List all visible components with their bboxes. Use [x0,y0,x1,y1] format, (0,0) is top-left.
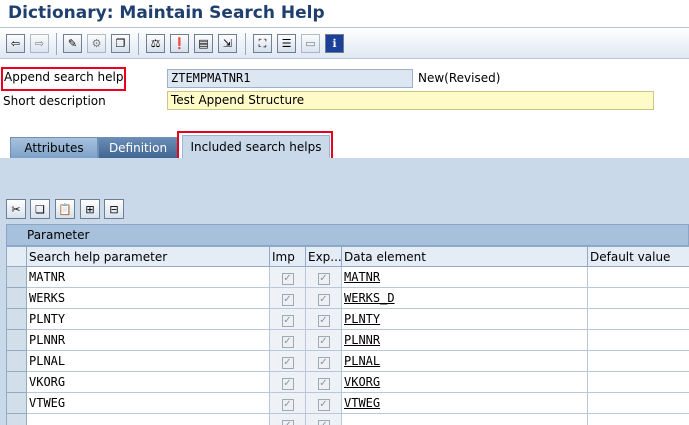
imp-checkbox[interactable]: ✓ [269,392,306,414]
window-title: Dictionary: Maintain Search Help [8,3,325,23]
toolbar-separator [56,33,57,55]
data-element-cell[interactable]: VTWEG [341,392,588,414]
parameter-table-control: Parameter Search help parameter Imp Exp.… [6,224,689,425]
display-change-icon[interactable]: ✎ [63,34,82,53]
imp-checkbox[interactable]: ✓ [269,287,306,309]
default-value-cell[interactable] [587,392,689,414]
short-description-field[interactable]: Test Append Structure [167,91,654,110]
navigate-icon[interactable]: ⇲ [218,34,237,53]
data-element-cell[interactable]: PLNTY [341,308,588,330]
exp-checkbox[interactable]: ✓ [305,329,342,351]
imp-checkbox[interactable]: ✓ [269,308,306,330]
row-selector[interactable] [6,329,27,351]
default-value-cell[interactable] [587,266,689,288]
tab-included-search-helps[interactable]: Included search helps [182,135,330,158]
short-description-label: Short description [3,94,106,108]
hierarchy-icon[interactable]: ⛶ [253,34,272,53]
table-row: MATNR ✓ ✓ MATNR [6,266,689,288]
title-bar: Dictionary: Maintain Search Help [0,0,689,27]
insert-row-icon[interactable]: ⊞ [80,199,100,219]
row-selector[interactable] [6,287,27,309]
row-selector[interactable] [6,392,27,414]
tab-attributes[interactable]: Attributes [10,137,98,158]
col-header-exp[interactable]: Exp... [305,246,342,267]
toolbar-separator [245,33,246,55]
exp-checkbox[interactable]: ✓ [305,350,342,372]
param-cell[interactable]: WERKS [26,287,270,309]
delete-row-icon[interactable]: ⊟ [104,199,124,219]
parameter-table: Search help parameter Imp Exp... Data el… [6,246,689,425]
other-object-icon[interactable]: ❐ [111,34,130,53]
forward-icon[interactable]: ⇨ [30,34,49,53]
header-form: Append search help ZTEMPMATNR1 New(Revis… [0,59,689,116]
toolbar-separator [138,33,139,55]
param-cell[interactable]: MATNR [26,266,270,288]
table-row: ✓ ✓ [6,413,689,425]
active-inactive-icon[interactable]: ⚙ [87,34,106,53]
append-search-help-label: Append search help [4,70,124,84]
imp-checkbox[interactable]: ✓ [269,350,306,372]
exp-checkbox[interactable]: ✓ [305,287,342,309]
table-row: VKORG ✓ ✓ VKORG [6,371,689,393]
default-value-cell[interactable] [587,329,689,351]
param-cell[interactable] [26,413,270,425]
table-row: WERKS ✓ ✓ WERKS_D [6,287,689,309]
test-icon[interactable]: ▭ [301,34,320,53]
table-row: VTWEG ✓ ✓ VTWEG [6,392,689,414]
table-title: Parameter [6,224,689,246]
default-value-cell[interactable] [587,371,689,393]
imp-checkbox[interactable]: ✓ [269,413,306,425]
data-element-cell[interactable] [341,413,588,425]
table-row: PLNNR ✓ ✓ PLNNR [6,329,689,351]
exp-checkbox[interactable]: ✓ [305,392,342,414]
activate-icon[interactable]: ❗ [170,34,189,53]
col-header-data-element[interactable]: Data element [341,246,588,267]
col-header-default-value[interactable]: Default value [587,246,689,267]
object-status: New(Revised) [418,71,501,85]
data-element-cell[interactable]: MATNR [341,266,588,288]
row-selector[interactable] [6,266,27,288]
param-cell[interactable]: VKORG [26,371,270,393]
default-value-cell[interactable] [587,308,689,330]
tab-strip: Attributes Definition Included search he… [0,116,689,158]
application-toolbar: ⇦ ⇨ ✎ ⚙ ❐ ⚖ ❗ ▤ ⇲ ⛶ ☰ ▭ ℹ [0,27,689,59]
row-selector[interactable] [6,371,27,393]
exp-checkbox[interactable]: ✓ [305,371,342,393]
check-icon[interactable]: ⚖ [146,34,165,53]
tab-definition[interactable]: Definition [98,137,178,158]
col-header-search-help-parameter[interactable]: Search help parameter [26,246,270,267]
default-value-cell[interactable] [587,413,689,425]
back-icon[interactable]: ⇦ [6,34,25,53]
row-selector[interactable] [6,350,27,372]
cut-icon[interactable]: ✂ [6,199,26,219]
imp-checkbox[interactable]: ✓ [269,266,306,288]
data-element-cell[interactable]: PLNAL [341,350,588,372]
data-element-cell[interactable]: WERKS_D [341,287,588,309]
exp-checkbox[interactable]: ✓ [305,266,342,288]
row-selector[interactable] [6,413,27,425]
exp-checkbox[interactable]: ✓ [305,413,342,425]
col-header-imp[interactable]: Imp [269,246,306,267]
info-icon[interactable]: ℹ [325,34,344,53]
default-value-cell[interactable] [587,350,689,372]
param-cell[interactable]: PLNAL [26,350,270,372]
append-search-help-field[interactable]: ZTEMPMATNR1 [167,69,413,88]
table-row: PLNAL ✓ ✓ PLNAL [6,350,689,372]
copy-icon[interactable]: ❏ [30,199,50,219]
where-used-icon[interactable]: ▤ [194,34,213,53]
display-object-list-icon[interactable]: ☰ [277,34,296,53]
data-element-cell[interactable]: VKORG [341,371,588,393]
param-cell[interactable]: VTWEG [26,392,270,414]
paste-icon[interactable]: 📋 [55,199,75,219]
exp-checkbox[interactable]: ✓ [305,308,342,330]
data-element-cell[interactable]: PLNNR [341,329,588,351]
imp-checkbox[interactable]: ✓ [269,371,306,393]
row-selector[interactable] [6,308,27,330]
table-row: PLNTY ✓ ✓ PLNTY [6,308,689,330]
imp-checkbox[interactable]: ✓ [269,329,306,351]
param-cell[interactable]: PLNNR [26,329,270,351]
param-cell[interactable]: PLNTY [26,308,270,330]
default-value-cell[interactable] [587,287,689,309]
select-all-header[interactable] [6,246,27,267]
